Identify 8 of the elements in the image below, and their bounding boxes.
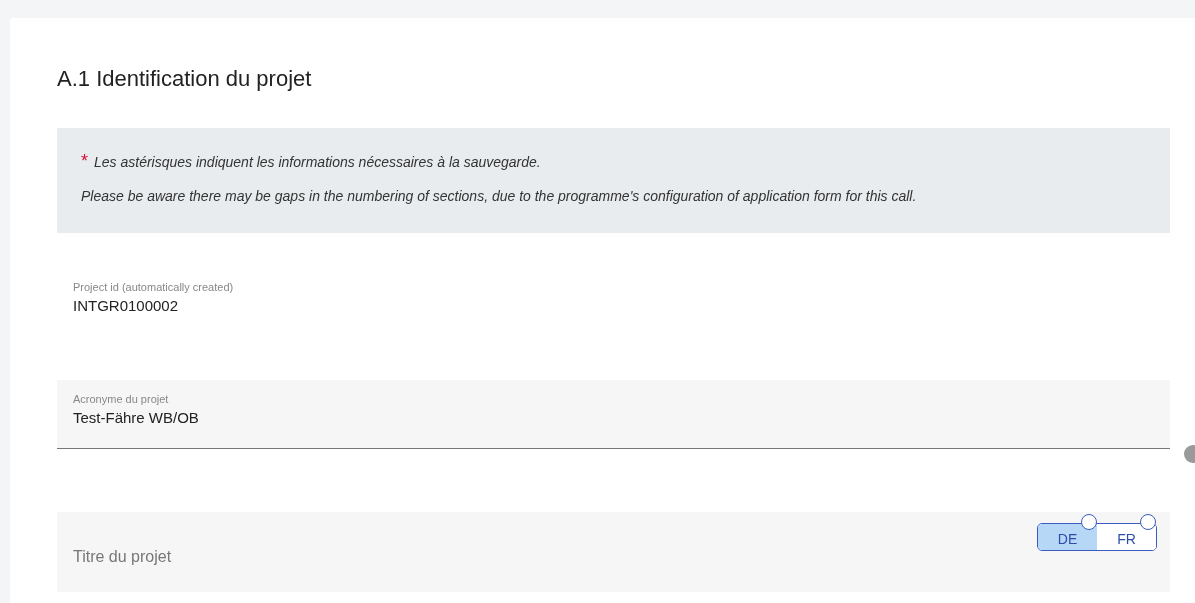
language-tab[interactable]: DE (1038, 524, 1097, 550)
notice-text: Les astérisques indiquent les informations nécessaires à la sauvegarde. (94, 153, 541, 172)
notice-text: Please be aware there may be gaps in the numbering of sections, due to the programme's configuration of application form for this call. (81, 187, 918, 206)
field-value: INTGR0100002 (73, 297, 180, 314)
section-title: A.1 Identification du projet (57, 66, 313, 92)
input-field[interactable]: Acronyme du projet Test-Fähre WB/OB (57, 380, 1170, 449)
field-label: Project id (automatically created) (73, 281, 235, 293)
required-mark: * (81, 150, 88, 172)
